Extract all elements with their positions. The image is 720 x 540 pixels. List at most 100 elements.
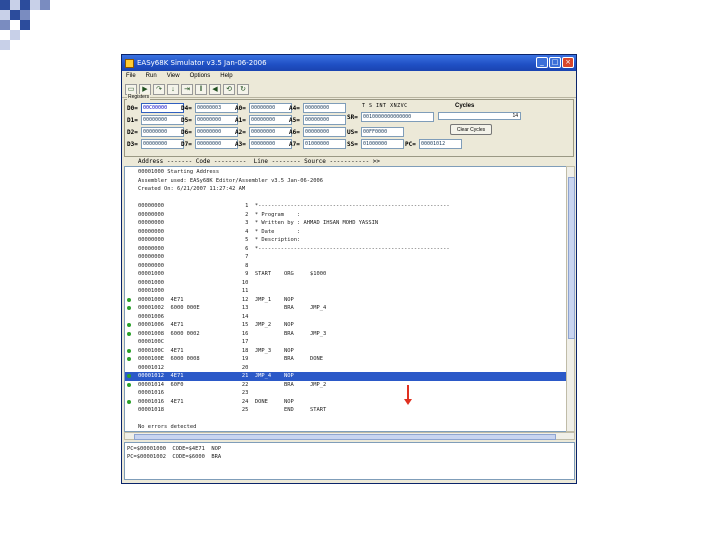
reg-a7-value[interactable]: 01000000: [303, 139, 346, 149]
run-to-cursor-icon[interactable]: ⇥: [181, 83, 193, 95]
reg-a6-value[interactable]: 00000000: [303, 127, 346, 137]
breakpoint-icon[interactable]: [127, 399, 131, 404]
reg-sr-value[interactable]: 0010000000000000: [361, 112, 434, 122]
decor-square: [0, 20, 10, 30]
title-bar[interactable]: EASy68K Simulator v3.5 Jan-06-2006 _ □ ×: [122, 55, 576, 71]
menu-view[interactable]: View: [167, 71, 180, 81]
reg-d1: D1= 00000000: [127, 115, 184, 125]
listing-line-text: No errors detected: [138, 424, 197, 430]
listing-vertical-scrollbar[interactable]: [566, 166, 575, 432]
app-icon: [125, 58, 134, 68]
menu-options[interactable]: Options: [190, 71, 211, 81]
reg-pc-value[interactable]: 00001012: [419, 139, 462, 149]
pause-icon[interactable]: ‖: [195, 83, 207, 95]
breakpoint-icon[interactable]: [127, 297, 131, 302]
reg-a2-value[interactable]: 00000000: [249, 127, 292, 137]
reg-ss-value[interactable]: 01000000: [361, 139, 404, 149]
menu-run[interactable]: Run: [146, 71, 157, 81]
reg-d4-value[interactable]: 00000003: [195, 103, 238, 113]
reg-a0: A0= 00000000: [235, 103, 292, 113]
source-listing[interactable]: 00001000 Starting Address Assembler used:…: [124, 166, 567, 432]
reg-us-value[interactable]: 00FF0000: [361, 127, 404, 137]
output-panel: PC=$00001000 CODE=$4E71 NOP PC=$00001002 …: [124, 442, 575, 480]
decor-square: [0, 40, 10, 50]
cycles-label: Cycles: [455, 103, 475, 109]
reg-d0-value[interactable]: 00C00000: [141, 103, 184, 113]
breakpoint-icon[interactable]: [127, 357, 131, 361]
scroll-thumb[interactable]: [568, 177, 575, 339]
reg-d5: D5= 00000000: [181, 115, 238, 125]
step-over-icon[interactable]: ↷: [153, 83, 165, 95]
reg-d2-value[interactable]: 00000000: [141, 127, 184, 137]
reg-d6-value[interactable]: 00000000: [195, 127, 238, 137]
decor-square: [10, 10, 20, 20]
reload-icon[interactable]: ↻: [237, 83, 249, 95]
cycles-value: 14: [438, 112, 521, 120]
decor-square: [0, 10, 10, 20]
reg-a3: A3= 00000000: [235, 139, 292, 149]
reg-sr: SR= 0010000000000000: [347, 112, 434, 122]
output-line: PC=$00001000 CODE=$4E71 NOP: [127, 446, 222, 452]
decor-square: [40, 0, 50, 10]
reg-d3: D3= 00000000: [127, 139, 184, 149]
flag-header: T S INT XNZVC: [362, 103, 408, 109]
decor-square: [0, 0, 10, 10]
reg-a1: A1= 00000000: [235, 115, 292, 125]
registers-title: Registers: [127, 94, 151, 100]
close-button[interactable]: ×: [562, 57, 574, 68]
reg-d7-value[interactable]: 00000000: [195, 139, 238, 149]
reg-d0: D0= 00C00000: [127, 103, 184, 113]
reg-a5-value[interactable]: 00000000: [303, 115, 346, 125]
menu-file[interactable]: File: [126, 71, 136, 81]
menu-help[interactable]: Help: [220, 71, 232, 81]
reg-d5-value[interactable]: 00000000: [195, 115, 238, 125]
reg-pc-label: PC=: [405, 140, 416, 148]
reg-d1-value[interactable]: 00000000: [141, 115, 184, 125]
reg-d6: D6= 00000000: [181, 127, 238, 137]
reg-a4-value[interactable]: 00000000: [303, 103, 346, 113]
clear-cycles-button[interactable]: Clear Cycles: [450, 124, 492, 135]
decor-square: [30, 0, 40, 10]
rewind-icon[interactable]: ◀: [209, 83, 221, 95]
listing-horizontal-scrollbar[interactable]: [124, 432, 575, 440]
reg-d3-value[interactable]: 00000000: [141, 139, 184, 149]
trace-into-icon[interactable]: ↓: [167, 83, 179, 95]
breakpoint-icon[interactable]: [127, 374, 131, 378]
simulator-window: EASy68K Simulator v3.5 Jan-06-2006 _ □ ×…: [121, 54, 577, 484]
reg-a2: A2= 00000000: [235, 127, 292, 137]
annotation-arrow-head: [404, 399, 412, 405]
minimize-button[interactable]: _: [536, 57, 548, 68]
decor-square: [10, 30, 20, 40]
reg-ss-label: SS=: [347, 140, 358, 148]
reg-ss: SS= 01000000: [347, 139, 404, 149]
reg-sr-label: SR=: [347, 113, 358, 121]
breakpoint-icon[interactable]: [127, 323, 131, 327]
reg-a6: A6= 00000000: [289, 127, 346, 137]
reg-d4: D4= 00000003: [181, 103, 238, 113]
breakpoint-icon[interactable]: [127, 331, 131, 336]
run-icon[interactable]: ▶: [139, 83, 151, 95]
menu-bar: File Run View Options Help: [122, 71, 576, 81]
reg-a4: A4= 00000000: [289, 103, 346, 113]
open-icon[interactable]: ▭: [125, 83, 137, 95]
scroll-thumb[interactable]: [134, 434, 556, 440]
reg-us: US= 00FF0000: [347, 127, 404, 137]
breakpoint-icon[interactable]: [127, 348, 131, 353]
reg-us-label: US=: [347, 128, 358, 136]
reg-d2: D2= 00000000: [127, 127, 184, 137]
decor-square: [20, 0, 30, 10]
decor-square: [20, 10, 30, 20]
reset-icon[interactable]: ⟲: [223, 83, 235, 95]
output-line: PC=$00001002 CODE=$6000 BRA: [127, 454, 222, 460]
decor-square: [20, 20, 30, 30]
maximize-button[interactable]: □: [549, 57, 561, 68]
reg-a1-value[interactable]: 00000000: [249, 115, 292, 125]
reg-a3-value[interactable]: 00000000: [249, 139, 292, 149]
reg-pc: PC= 00001012: [405, 139, 462, 149]
breakpoint-icon[interactable]: [127, 382, 131, 387]
reg-a0-value[interactable]: 00000000: [249, 103, 292, 113]
reg-d7: D7= 00000000: [181, 139, 238, 149]
breakpoint-icon[interactable]: [127, 306, 131, 310]
listing-header: Address ------- Code --------- Line ----…: [138, 158, 381, 165]
listing-line[interactable]: No errors detected: [125, 423, 566, 431]
